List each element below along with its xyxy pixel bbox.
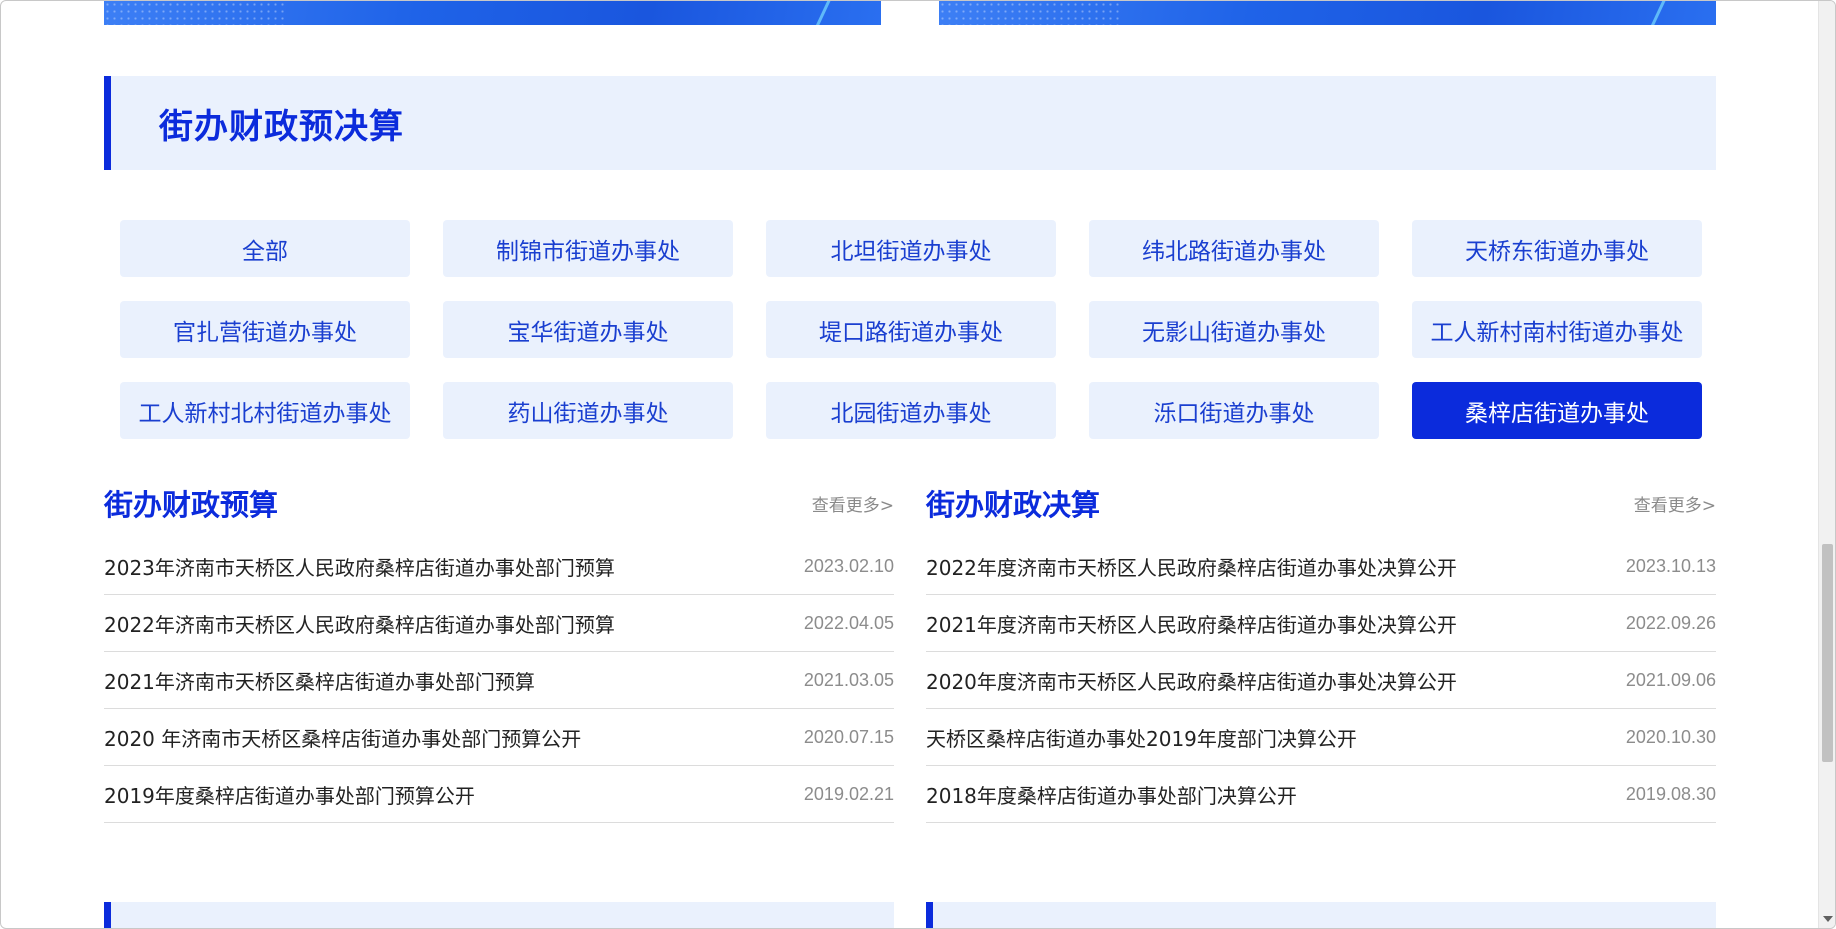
final-accounts-more-link[interactable]: 查看更多>: [1634, 491, 1716, 516]
list-item-date: 2022.04.05: [803, 612, 894, 633]
budget-more-link[interactable]: 查看更多>: [812, 491, 894, 516]
final-accounts-list-title: 街办财政决算: [926, 488, 1101, 522]
list-item[interactable]: 2018年度桑梓店街道办事处部门决算公开 2019.08.30: [926, 766, 1716, 823]
list-item-date: 2020.07.15: [803, 726, 894, 747]
next-section-header-right: [926, 902, 1716, 928]
section-title: 街办财政预决算: [159, 106, 404, 147]
list-item-title[interactable]: 2018年度桑梓店街道办事处部门决算公开: [926, 780, 1297, 809]
list-item[interactable]: 2019年度桑梓店街道办事处部门预算公开 2019.02.21: [104, 766, 894, 823]
list-item-date: 2023.02.10: [803, 555, 894, 576]
banner-right[interactable]: [939, 1, 1716, 25]
list-item-title[interactable]: 2020年度济南市天桥区人民政府桑梓店街道办事处决算公开: [926, 666, 1457, 695]
list-item-date: 2019.02.21: [803, 783, 894, 804]
filter-dikoulu[interactable]: 堤口路街道办事处: [766, 301, 1056, 358]
list-item[interactable]: 天桥区桑梓店街道办事处2019年度部门决算公开 2020.10.30: [926, 709, 1716, 766]
banner-left[interactable]: [104, 1, 881, 25]
list-item-title[interactable]: 2021年度济南市天桥区人民政府桑梓店街道办事处决算公开: [926, 609, 1457, 638]
list-item-date: 2022.09.26: [1625, 612, 1716, 633]
street-office-filter-grid: 全部 制锦市街道办事处 北坦街道办事处 纬北路街道办事处 天桥东街道办事处 官扎…: [120, 220, 1702, 439]
list-item-title[interactable]: 2022年度济南市天桥区人民政府桑梓店街道办事处决算公开: [926, 552, 1457, 581]
list-item-title[interactable]: 2019年度桑梓店街道办事处部门预算公开: [104, 780, 475, 809]
filter-gongrenxincun-bei[interactable]: 工人新村北村街道办事处: [120, 382, 410, 439]
list-item-date: 2021.09.06: [1625, 669, 1716, 690]
budget-list: 街办财政预算 查看更多> 2023年济南市天桥区人民政府桑梓店街道办事处部门预算…: [104, 479, 894, 823]
filter-yaoshan[interactable]: 药山街道办事处: [443, 382, 733, 439]
list-item[interactable]: 2021年济南市天桥区桑梓店街道办事处部门预算 2021.03.05: [104, 652, 894, 709]
page: 街办财政预决算 全部 制锦市街道办事处 北坦街道办事处 纬北路街道办事处 天桥东…: [0, 0, 1836, 929]
scrollbar-thumb[interactable]: [1822, 544, 1833, 762]
list-item-title[interactable]: 2021年济南市天桥区桑梓店街道办事处部门预算: [104, 666, 535, 695]
filter-wuyingshan[interactable]: 无影山街道办事处: [1089, 301, 1379, 358]
list-item-date: 2020.10.30: [1625, 726, 1716, 747]
filter-sangzidian[interactable]: 桑梓店街道办事处: [1412, 382, 1702, 439]
list-item-date: 2023.10.13: [1625, 555, 1716, 576]
list-item[interactable]: 2022年济南市天桥区人民政府桑梓店街道办事处部门预算 2022.04.05: [104, 595, 894, 652]
filter-guanzhaying[interactable]: 官扎营街道办事处: [120, 301, 410, 358]
filter-zhijinshi[interactable]: 制锦市街道办事处: [443, 220, 733, 277]
filter-baohua[interactable]: 宝华街道办事处: [443, 301, 733, 358]
list-item[interactable]: 2023年济南市天桥区人民政府桑梓店街道办事处部门预算 2023.02.10: [104, 538, 894, 595]
filter-weibeilu[interactable]: 纬北路街道办事处: [1089, 220, 1379, 277]
final-accounts-list-header: 街办财政决算 查看更多>: [926, 479, 1716, 527]
filter-gongrenxincun-nan[interactable]: 工人新村南村街道办事处: [1412, 301, 1702, 358]
list-item[interactable]: 2020 年济南市天桥区桑梓店街道办事处部门预算公开 2020.07.15: [104, 709, 894, 766]
list-item[interactable]: 2022年度济南市天桥区人民政府桑梓店街道办事处决算公开 2023.10.13: [926, 538, 1716, 595]
filter-beitan[interactable]: 北坦街道办事处: [766, 220, 1056, 277]
section-header: 街办财政预决算: [104, 76, 1716, 170]
budget-list-header: 街办财政预算 查看更多>: [104, 479, 894, 527]
filter-tianqiaodong[interactable]: 天桥东街道办事处: [1412, 220, 1702, 277]
list-item[interactable]: 2021年度济南市天桥区人民政府桑梓店街道办事处决算公开 2022.09.26: [926, 595, 1716, 652]
filter-luokou[interactable]: 泺口街道办事处: [1089, 382, 1379, 439]
final-accounts-list: 街办财政决算 查看更多> 2022年度济南市天桥区人民政府桑梓店街道办事处决算公…: [926, 479, 1716, 823]
list-item-title[interactable]: 天桥区桑梓店街道办事处2019年度部门决算公开: [926, 723, 1357, 752]
filter-all[interactable]: 全部: [120, 220, 410, 277]
budget-list-title: 街办财政预算: [104, 488, 279, 522]
list-item[interactable]: 2020年度济南市天桥区人民政府桑梓店街道办事处决算公开 2021.09.06: [926, 652, 1716, 709]
vertical-scrollbar[interactable]: [1818, 1, 1835, 928]
list-item-date: 2021.03.05: [803, 669, 894, 690]
list-item-date: 2019.08.30: [1625, 783, 1716, 804]
filter-beiyuan[interactable]: 北园街道办事处: [766, 382, 1056, 439]
next-section-header-left: [104, 902, 894, 928]
list-item-title[interactable]: 2022年济南市天桥区人民政府桑梓店街道办事处部门预算: [104, 609, 615, 638]
list-item-title[interactable]: 2020 年济南市天桥区桑梓店街道办事处部门预算公开: [104, 723, 581, 752]
list-item-title[interactable]: 2023年济南市天桥区人民政府桑梓店街道办事处部门预算: [104, 552, 615, 581]
scroll-down-arrow-icon[interactable]: [1823, 916, 1833, 922]
